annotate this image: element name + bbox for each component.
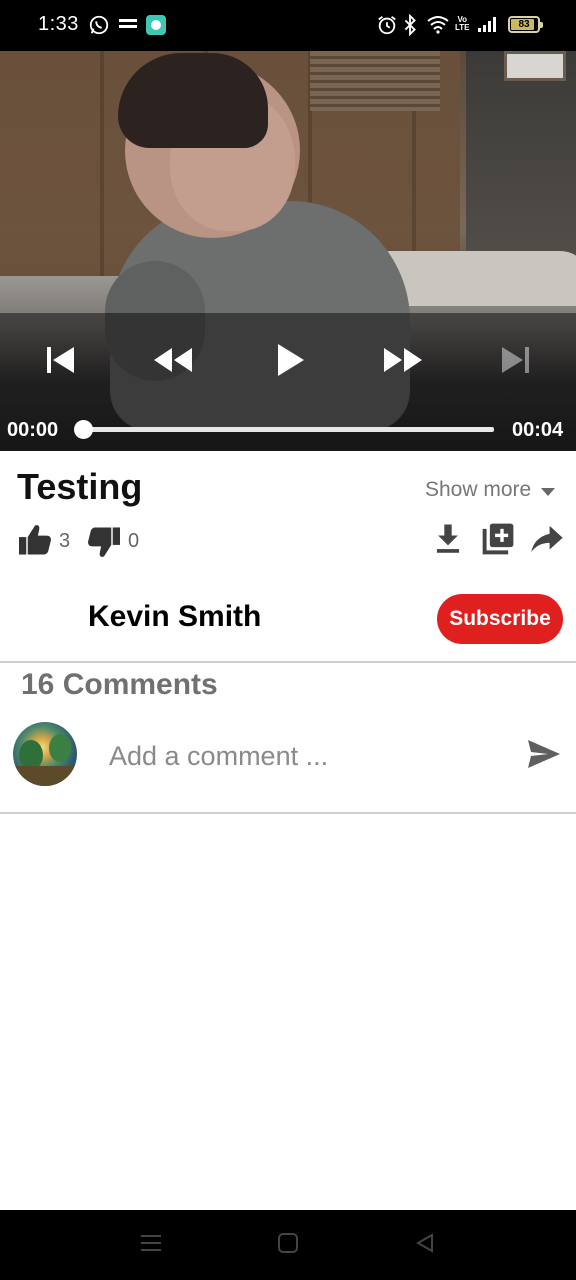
divider bbox=[0, 812, 576, 814]
like-count: 3 bbox=[59, 530, 71, 552]
home-icon[interactable] bbox=[277, 1232, 299, 1254]
status-time: 1:33 bbox=[38, 13, 79, 35]
bluetooth-icon bbox=[402, 14, 418, 36]
status-bar: 1:33 Vo LTE 83 bbox=[0, 0, 576, 51]
show-more-label: Show more bbox=[425, 478, 532, 501]
dislike-button[interactable] bbox=[86, 526, 122, 558]
like-button[interactable] bbox=[17, 524, 53, 556]
video-player[interactable]: 00:00 00:04 bbox=[0, 51, 576, 451]
seek-thumb[interactable] bbox=[74, 420, 93, 439]
chevron-down-icon bbox=[541, 488, 556, 496]
show-more-button[interactable]: Show more bbox=[425, 478, 556, 502]
whatsapp-icon bbox=[88, 14, 110, 36]
download-icon[interactable] bbox=[433, 522, 463, 554]
battery-level: 83 bbox=[518, 19, 530, 30]
duration: 00:04 bbox=[512, 419, 564, 441]
app-notification-icon bbox=[146, 15, 166, 35]
volte-icon: Vo LTE bbox=[455, 15, 470, 32]
back-icon[interactable] bbox=[414, 1232, 436, 1254]
skip-previous-icon[interactable] bbox=[44, 343, 78, 377]
share-icon[interactable] bbox=[530, 524, 564, 554]
subscribe-button[interactable]: Subscribe bbox=[437, 594, 563, 644]
signal-icon bbox=[477, 15, 499, 33]
menu-icon[interactable] bbox=[140, 1232, 162, 1254]
rewind-icon[interactable] bbox=[152, 343, 194, 377]
add-to-playlist-icon[interactable] bbox=[482, 521, 516, 555]
play-icon[interactable] bbox=[274, 341, 308, 379]
comments-count: 16 Comments bbox=[21, 668, 218, 701]
speed-indicator-icon bbox=[118, 17, 138, 31]
send-icon[interactable] bbox=[526, 738, 562, 775]
battery-icon: 83 bbox=[508, 16, 543, 33]
skip-next-icon[interactable] bbox=[498, 343, 532, 377]
current-time: 00:00 bbox=[7, 419, 59, 441]
dislike-count: 0 bbox=[128, 530, 140, 552]
seek-bar[interactable] bbox=[84, 427, 494, 432]
video-title: Testing bbox=[17, 466, 143, 507]
alarm-icon bbox=[376, 14, 398, 36]
comment-input[interactable] bbox=[109, 736, 509, 776]
channel-name[interactable]: Kevin Smith bbox=[88, 600, 261, 634]
divider bbox=[0, 661, 576, 663]
avatar bbox=[13, 722, 77, 786]
wifi-icon bbox=[426, 14, 450, 34]
fast-forward-icon[interactable] bbox=[382, 343, 424, 377]
navigation-bar bbox=[0, 1210, 576, 1280]
